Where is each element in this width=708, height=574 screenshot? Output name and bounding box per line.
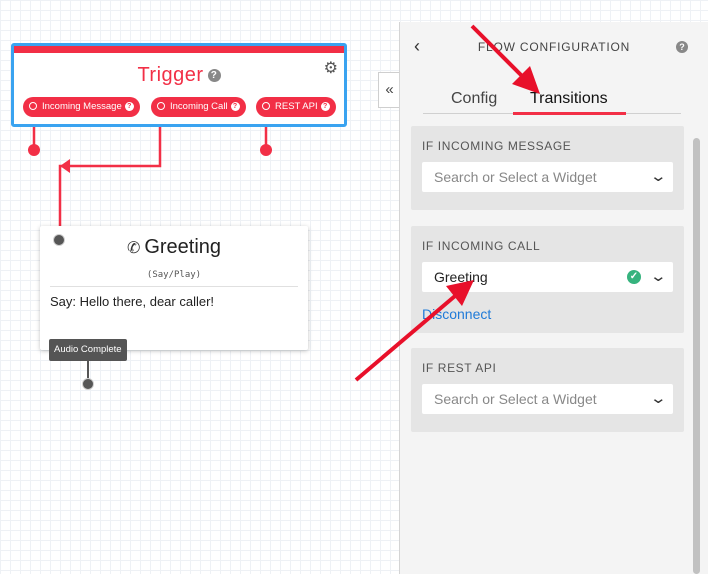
select-value: Greeting (434, 269, 488, 285)
connector-input-handle[interactable] (53, 234, 65, 246)
greeting-title: ✆ Greeting (40, 236, 308, 259)
circle-icon (262, 102, 270, 110)
divider (50, 286, 298, 287)
trigger-title: Trigger? (14, 64, 344, 87)
circle-icon (29, 102, 37, 110)
question-icon: ? (320, 102, 330, 111)
disconnect-link[interactable]: Disconnect (422, 306, 491, 322)
question-icon[interactable]: ? (676, 41, 688, 53)
panel-title: FLOW CONFIGURATION (477, 40, 631, 54)
section-rest-api: IF REST API Search or Select a Widget ⌄ (411, 348, 684, 432)
connector-output-handle[interactable] (82, 378, 94, 390)
greeting-body: Say: Hello there, dear caller! (50, 294, 215, 309)
incoming-message-select[interactable]: Search or Select a Widget ⌄ (422, 162, 673, 192)
tab-transitions[interactable]: Transitions (530, 90, 608, 108)
question-icon: ? (230, 102, 240, 111)
section-label: IF INCOMING MESSAGE (422, 139, 572, 153)
trigger-title-text: Trigger (137, 64, 204, 86)
pill-incoming-call[interactable]: Incoming Call? (151, 97, 246, 117)
chevron-down-icon: ⌄ (649, 390, 668, 407)
incoming-call-select[interactable]: Greeting ✓ ⌄ (422, 262, 673, 292)
pill-label: Incoming Message (42, 101, 122, 112)
pill-incoming-message[interactable]: Incoming Message? (23, 97, 140, 117)
connector-handle-rest-api[interactable] (260, 144, 272, 156)
question-icon[interactable]: ? (207, 69, 221, 82)
flow-configuration-panel: ‹ FLOW CONFIGURATION ? Config Transition… (399, 22, 708, 574)
double-chevron-left-icon[interactable]: « (378, 72, 400, 108)
pill-label: Incoming Call (170, 101, 228, 112)
select-placeholder: Search or Select a Widget (434, 391, 597, 407)
greeting-widget[interactable]: ✆ Greeting (Say/Play) Say: Hello there, d… (40, 226, 308, 350)
check-circle-icon: ✓ (627, 270, 641, 284)
gears-icon[interactable]: ⚙ (324, 58, 338, 78)
phone-icon: ✆ (126, 240, 141, 257)
rest-api-select[interactable]: Search or Select a Widget ⌄ (422, 384, 673, 414)
section-incoming-message: IF INCOMING MESSAGE Search or Select a W… (411, 126, 684, 210)
audio-complete-label: Audio Complete (49, 339, 127, 361)
active-tab-indicator (513, 112, 626, 115)
panel-scrollbar[interactable] (693, 138, 700, 574)
section-incoming-call: IF INCOMING CALL Greeting ✓ ⌄ Disconnect (411, 226, 684, 333)
greeting-title-text: Greeting (144, 236, 222, 258)
tab-config[interactable]: Config (451, 90, 497, 108)
section-label: IF INCOMING CALL (422, 239, 541, 253)
select-placeholder: Search or Select a Widget (434, 169, 597, 185)
pill-rest-api[interactable]: REST API? (256, 97, 336, 117)
trigger-accent-bar (14, 46, 344, 53)
trigger-widget[interactable]: Trigger? ⚙ Incoming Message? Incoming Ca… (11, 43, 347, 127)
section-label: IF REST API (422, 361, 497, 375)
greeting-subtitle: (Say/Play) (146, 270, 202, 280)
pill-label: REST API (275, 101, 318, 112)
circle-icon (157, 102, 165, 110)
chevron-down-icon: ⌄ (649, 268, 668, 285)
panel-header: ‹ FLOW CONFIGURATION ? (400, 22, 708, 74)
chevron-down-icon: ⌄ (649, 168, 668, 185)
connector-handle-incoming-message[interactable] (28, 144, 40, 156)
question-icon: ? (124, 102, 134, 111)
